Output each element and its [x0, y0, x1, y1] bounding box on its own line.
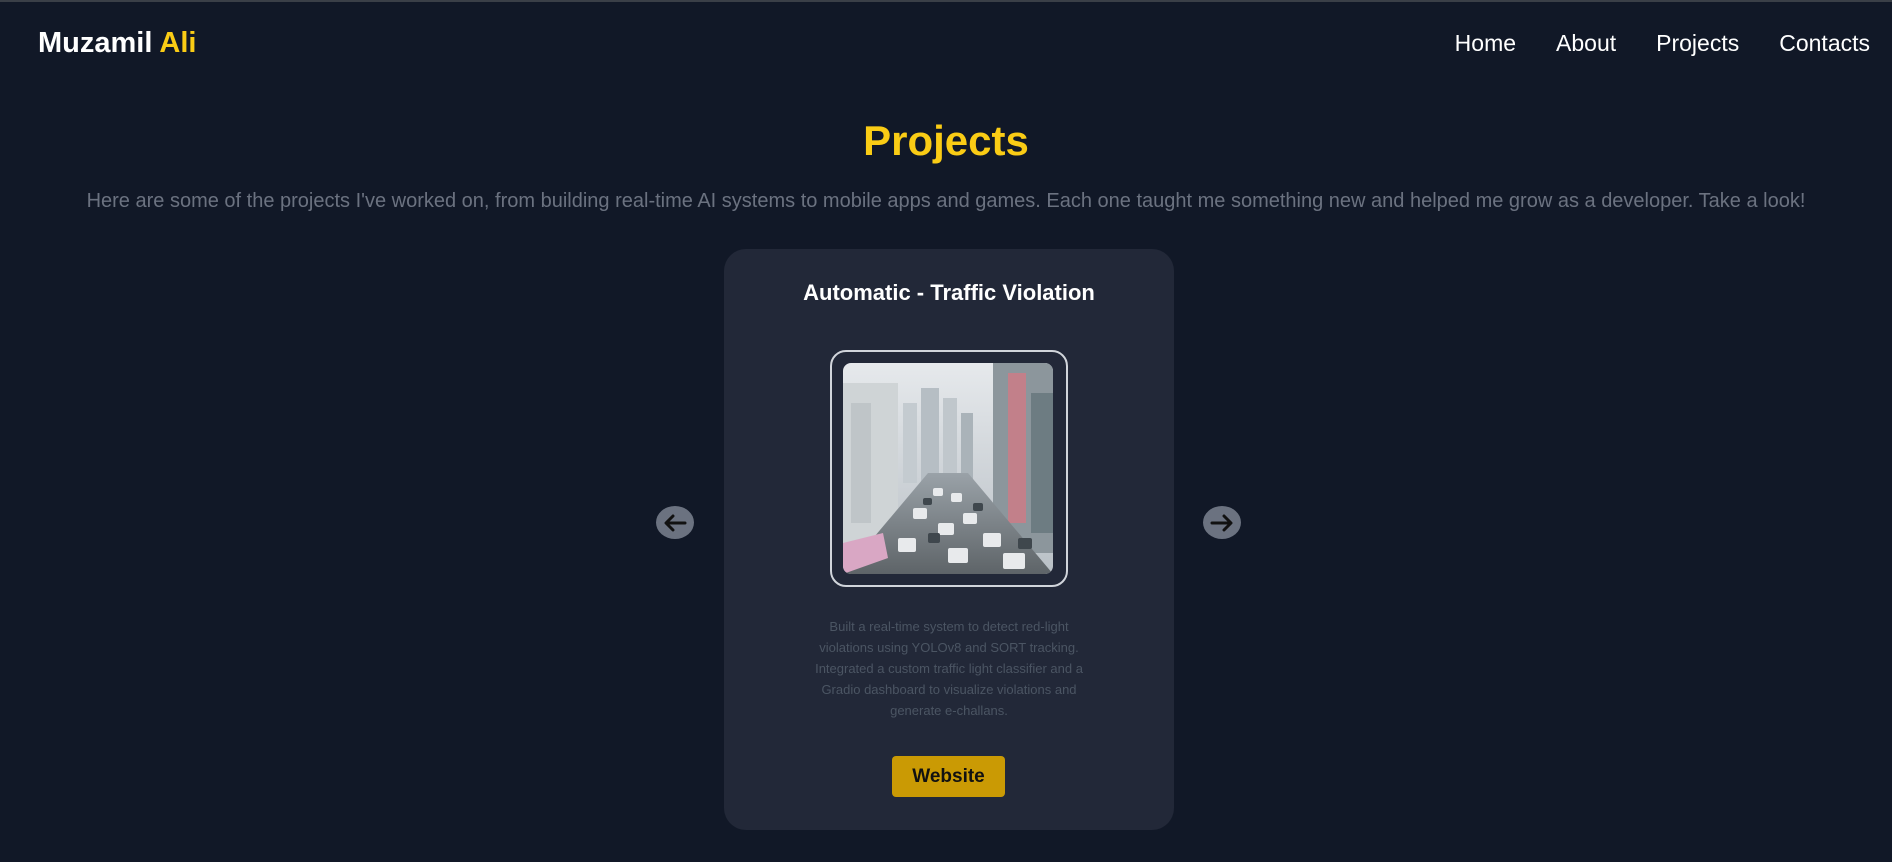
project-image-frame — [830, 350, 1068, 587]
nav-home[interactable]: Home — [1455, 30, 1516, 57]
project-image — [843, 363, 1053, 574]
website-button[interactable]: Website — [892, 756, 1005, 797]
arrow-right-icon — [1210, 514, 1233, 531]
nav-contacts[interactable]: Contacts — [1779, 30, 1870, 57]
project-card: Automatic - Traffic Violation Built a re… — [724, 249, 1174, 830]
carousel-next-button[interactable] — [1203, 506, 1241, 539]
carousel-prev-button[interactable] — [656, 506, 694, 539]
site-header: Muzamil Ali Home About Projects Contacts — [0, 0, 1892, 88]
project-description: Built a real-time system to detect red-l… — [815, 619, 1083, 718]
project-title: Automatic - Traffic Violation — [803, 280, 1095, 305]
section-subtitle: Here are some of the projects I've worke… — [86, 190, 1806, 212]
nav-projects[interactable]: Projects — [1656, 30, 1739, 57]
section-title: Projects — [863, 117, 1029, 164]
brand-accent-name: Ali — [159, 27, 197, 59]
brand-logo[interactable]: Muzamil Ali — [38, 27, 196, 60]
brand-first-name: Muzamil — [38, 27, 153, 59]
arrow-left-icon — [664, 514, 687, 531]
main-nav: Home About Projects Contacts — [1455, 30, 1870, 57]
nav-about[interactable]: About — [1556, 30, 1616, 57]
